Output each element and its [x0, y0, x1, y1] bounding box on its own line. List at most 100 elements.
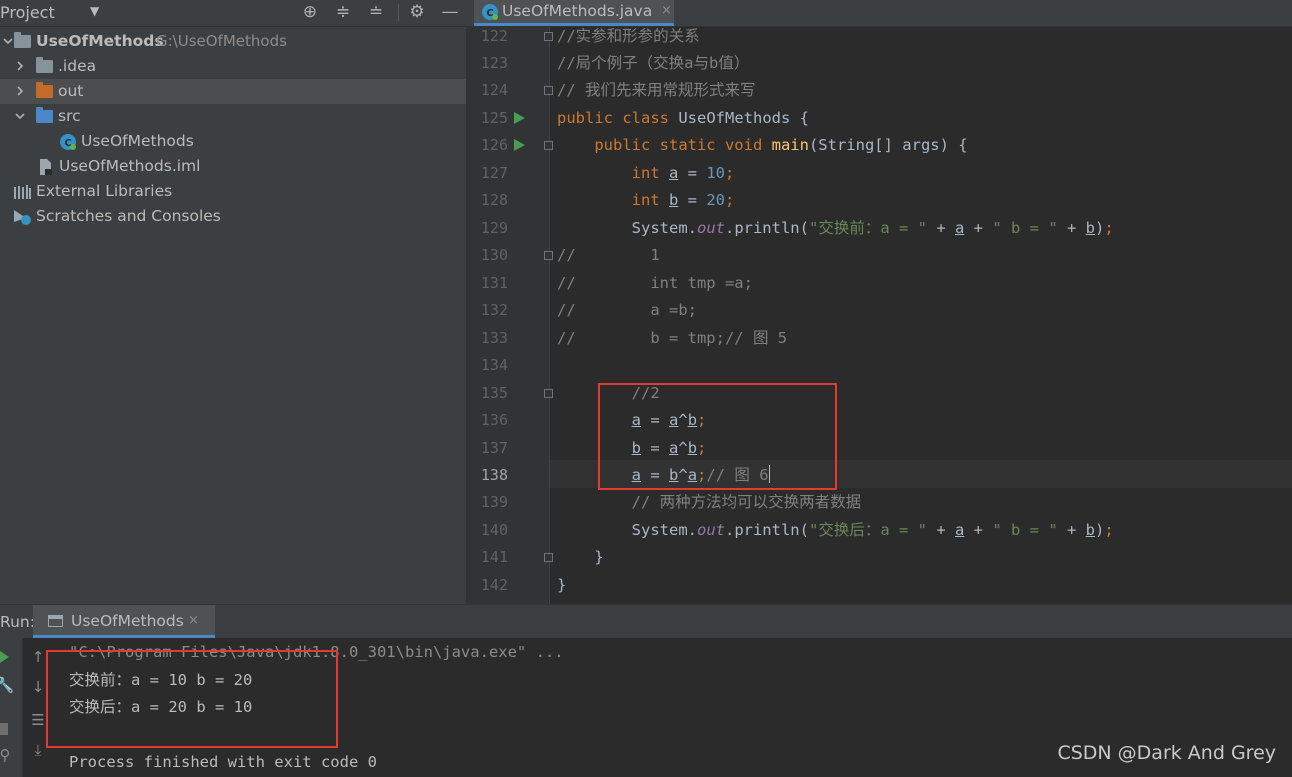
code-line: // 我们先来用常规形式来写 — [557, 81, 756, 99]
gutter-divider — [549, 27, 550, 604]
source-folder-icon — [36, 107, 53, 123]
tree-item-external-libraries[interactable]: External Libraries — [0, 179, 466, 204]
line-number: 135 — [480, 384, 508, 402]
code-line: // int tmp =a; — [557, 274, 753, 292]
tree-item-label: out — [58, 82, 84, 100]
fold-marker-icon[interactable] — [544, 389, 553, 398]
code-line: } — [557, 576, 567, 594]
code-line: public static void main(String[] args) { — [594, 136, 968, 154]
stop-icon[interactable] — [0, 723, 8, 735]
code-line: //局个例子（交换a与b值） — [557, 54, 750, 72]
tree-item-class[interactable]: C UseOfMethods — [0, 129, 466, 154]
line-number: 136 — [480, 411, 508, 429]
chevron-down-icon[interactable]: ▼ — [90, 4, 99, 18]
tree-item-iml[interactable]: UseOfMethods.iml — [0, 154, 466, 179]
wrench-icon[interactable]: 🔧 — [0, 676, 18, 694]
line-number: 128 — [480, 191, 508, 209]
scratches-icon — [14, 210, 31, 225]
chevron-right-icon[interactable] — [14, 60, 26, 72]
run-toolbar: 🔧 ⚲ — [0, 638, 22, 777]
code-line: public class UseOfMethods { — [557, 109, 809, 127]
pin-icon[interactable]: ⚲ — [0, 746, 18, 764]
line-number: 132 — [480, 301, 508, 319]
fold-marker-icon[interactable] — [544, 553, 553, 562]
line-number: 137 — [480, 439, 508, 457]
code-line: int a = 10; — [631, 164, 735, 182]
tree-item-scratches[interactable]: Scratches and Consoles — [0, 204, 466, 229]
tree-item-label: UseOfMethods — [36, 32, 164, 50]
collapse-all-icon[interactable]: ≐ — [366, 2, 386, 22]
tree-item-label: UseOfMethods — [81, 132, 194, 150]
fold-marker-icon[interactable] — [544, 141, 553, 150]
gear-icon[interactable]: ⚙ — [407, 2, 427, 22]
run-label: Run: — [0, 613, 35, 631]
code-line: //实参和形参的关系 — [557, 27, 700, 45]
line-number: 124 — [480, 81, 508, 99]
tree-item-module-root[interactable]: UseOfMethods G:\UseOfMethods — [0, 29, 466, 54]
line-number: 126 — [480, 136, 508, 154]
tree-item-label: External Libraries — [36, 182, 173, 200]
fold-marker-icon[interactable] — [544, 251, 553, 260]
line-number: 134 — [480, 356, 508, 374]
line-number: 130 — [480, 246, 508, 264]
chevron-down-icon[interactable] — [14, 110, 26, 122]
annotation-highlight-box — [598, 383, 837, 490]
line-number: 129 — [480, 219, 508, 237]
chevron-right-icon[interactable] — [14, 85, 26, 97]
crosshair-icon[interactable]: ⊕ — [300, 2, 320, 22]
console-window-icon — [48, 615, 63, 627]
line-number: 123 — [480, 54, 508, 72]
excluded-folder-icon — [36, 82, 53, 98]
code-line: System.out.println("交换后：a = " + a + " b … — [557, 521, 1114, 539]
run-tab-label: UseOfMethods — [71, 612, 184, 630]
tree-item-idea[interactable]: .idea — [0, 54, 466, 79]
run-tool-window-header: Run: UseOfMethods × — [0, 604, 1292, 639]
rerun-icon[interactable] — [0, 651, 9, 663]
minimize-icon[interactable]: — — [440, 2, 460, 22]
line-number: 139 — [480, 493, 508, 511]
line-number: 142 — [480, 576, 508, 594]
code-editor[interactable]: 122 123 124 125 126 127 128 129 130 131 … — [466, 27, 1292, 604]
tree-item-label: src — [58, 107, 81, 125]
code-line: // b = tmp;// 图 5 — [557, 329, 788, 347]
iml-file-icon — [40, 159, 52, 175]
editor-tab-useofmethods[interactable]: C UseOfMethods.java × — [474, 0, 674, 26]
close-icon[interactable]: × — [188, 613, 199, 628]
fold-marker-icon[interactable] — [544, 86, 553, 95]
line-number: 131 — [480, 274, 508, 292]
editor-tab-label: UseOfMethods.java — [502, 2, 653, 20]
code-line: System.out.println("交换前：a = " + a + " b … — [557, 219, 1114, 237]
header-divider — [398, 4, 399, 21]
line-number: 133 — [480, 329, 508, 347]
editor-tab-bar: C UseOfMethods.java × — [466, 0, 1292, 27]
project-tool-window: Project ▼ ⊕ ≑ ≐ ⚙ — UseOfMethods G:\UseO… — [0, 0, 466, 604]
tree-item-src[interactable]: src — [0, 104, 466, 129]
project-header: Project ▼ ⊕ ≑ ≐ ⚙ — — [0, 0, 466, 27]
java-class-icon: C — [482, 4, 498, 20]
tree-item-label: Scratches and Consoles — [36, 207, 221, 225]
run-class-icon[interactable] — [514, 112, 525, 124]
line-number: 125 — [480, 109, 508, 127]
libraries-icon — [14, 185, 31, 199]
close-icon[interactable]: × — [661, 3, 672, 18]
tree-item-label: UseOfMethods.iml — [59, 157, 201, 175]
code-line: // a =b; — [557, 301, 697, 319]
tree-item-label: .idea — [58, 57, 97, 75]
line-number: 140 — [480, 521, 508, 539]
project-view-title[interactable]: Project — [0, 3, 55, 22]
code-line: // 1 — [557, 246, 660, 264]
fold-marker-icon[interactable] — [544, 32, 553, 41]
line-number-current: 138 — [480, 466, 508, 484]
code-line: // 两种方法均可以交换两者数据 — [557, 493, 862, 511]
tree-item-out[interactable]: out — [0, 79, 466, 104]
line-number: 122 — [480, 27, 508, 45]
code-line: int b = 20; — [631, 191, 735, 209]
annotation-highlight-box — [46, 650, 338, 748]
expand-all-icon[interactable]: ≑ — [333, 2, 353, 22]
run-tab-useofmethods[interactable]: UseOfMethods × — [33, 605, 215, 638]
code-line: } — [557, 548, 604, 566]
module-folder-icon — [14, 32, 31, 48]
line-number: 127 — [480, 164, 508, 182]
chevron-down-icon[interactable] — [2, 35, 14, 47]
run-main-icon[interactable] — [514, 139, 525, 151]
